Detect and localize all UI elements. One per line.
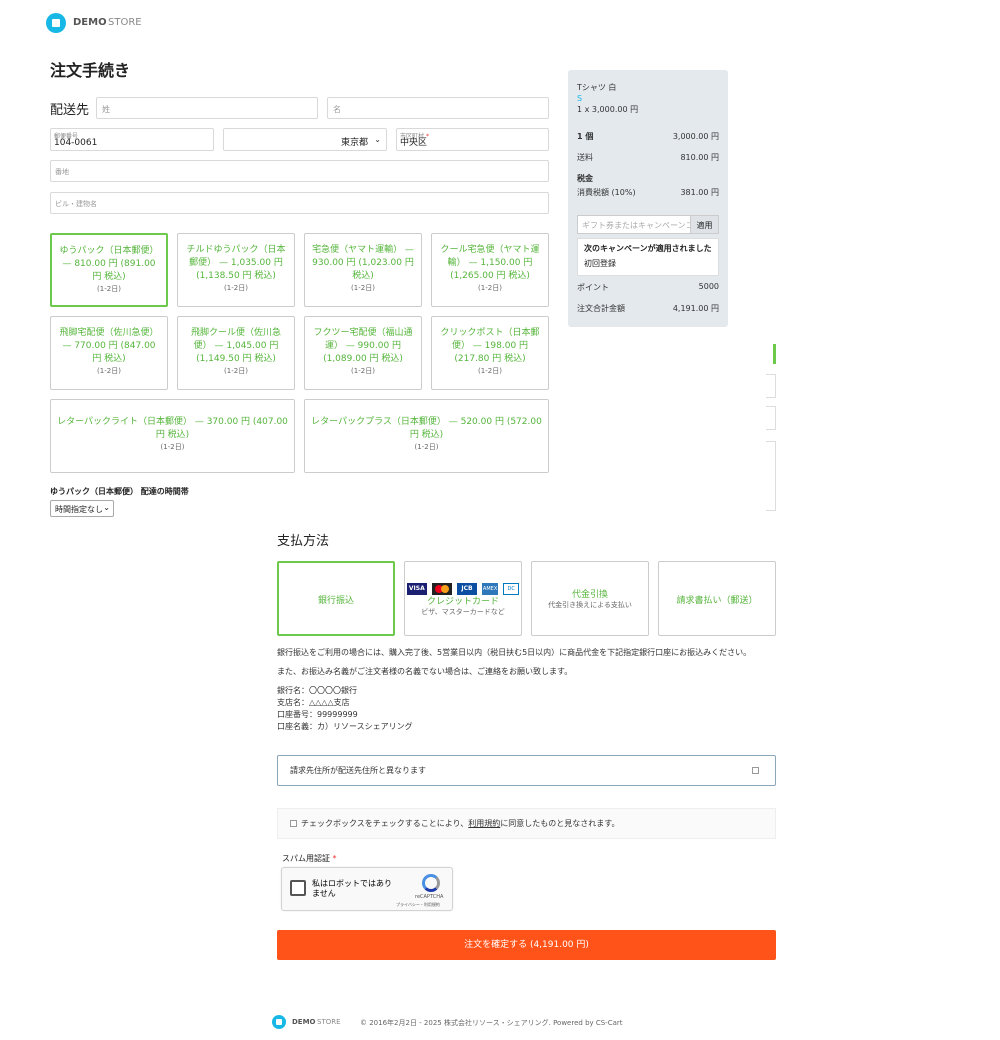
billing-checkbox[interactable] <box>752 767 759 774</box>
shipping-heading: 配送先 <box>50 103 90 118</box>
prefecture-select[interactable]: 東京都 ⌄ <box>223 128 387 151</box>
shipping-option-letterpack-plus[interactable]: レターパックプラス（日本郵便） — 520.00 円 (572.00 円 税込)… <box>304 399 549 473</box>
product-qty-price: 1 x 3,000.00 円 <box>577 105 639 114</box>
recaptcha-checkbox[interactable] <box>290 880 306 896</box>
campaign-box: 次のキャンペーンが適用されました 初回登録 <box>577 238 719 276</box>
last-name-field[interactable]: 姓 <box>96 97 318 119</box>
total-row: 注文合計金額 4,191.00 円 <box>577 304 719 313</box>
product-name[interactable]: Tシャツ 白 <box>577 82 719 93</box>
jcb-icon: JCB <box>457 582 477 595</box>
recaptcha-brand: reCAPTCHA <box>415 894 444 900</box>
prefecture-value: 東京都 <box>340 138 368 148</box>
tax-heading: 税金 <box>577 174 593 183</box>
points-row: ポイント 5000 <box>577 282 719 292</box>
chevron-down-icon: ⌄ <box>374 135 381 144</box>
terms-checkbox[interactable] <box>290 820 297 827</box>
partial-textarea[interactable] <box>766 441 776 511</box>
recaptcha-widget: 私はロボットではありません reCAPTCHA プライバシー・利用規約 <box>281 867 453 911</box>
powered-by-link[interactable]: Powered by CS-Cart <box>553 1019 622 1027</box>
product-variant: S <box>577 94 583 103</box>
partial-field[interactable] <box>766 406 776 430</box>
recaptcha-links[interactable]: プライバシー・利用規約 <box>396 902 440 908</box>
first-name-field[interactable]: 名 <box>327 97 549 119</box>
recaptcha-text: 私はロボットではありません <box>312 879 392 898</box>
shipping-option-chilled-yupack[interactable]: チルドゆうパック（日本郵便） — 1,035.00 円 (1,138.50 円 … <box>177 233 295 307</box>
mastercard-icon <box>431 582 452 595</box>
recaptcha-logo-icon <box>422 874 440 892</box>
terms-link[interactable]: 利用規約 <box>468 819 500 828</box>
terms-box: チェックボックスをチェックすることにより、利用規約に同意したものと見なされます。 <box>277 808 776 839</box>
terms-text-prefix: チェックボックスをチェックすることにより、 <box>301 819 469 828</box>
apply-coupon-button[interactable]: 適用 <box>690 215 719 234</box>
shipping-option-yamato[interactable]: 宅急便（ヤマト運輸） — 930.00 円 (1,023.00 円 税込) (1-… <box>304 233 422 307</box>
diners-icon: DC <box>503 582 520 595</box>
campaign-name: 初回登録 <box>584 259 616 268</box>
card-logos: VISA JCB AMEX DC <box>405 578 521 595</box>
delivery-time-select[interactable]: 時間指定なし ⌄ <box>50 500 114 517</box>
account-holder: 口座名義：カ）リソースシェアリング <box>277 722 413 731</box>
payment-bank-transfer[interactable]: 銀行振込 <box>277 561 395 636</box>
chevron-down-icon: ⌄ <box>103 503 110 512</box>
amex-icon: AMEX <box>482 582 499 595</box>
footer-logo-thin: STORE <box>317 1018 341 1026</box>
account-number: 口座番号：99999999 <box>277 710 358 719</box>
delivery-time-label: ゆうパック（日本郵便） 配達の時間帯 <box>50 487 189 496</box>
payment-cash-on-delivery[interactable]: 代金引換 代金引き換えによる支払い <box>531 561 649 636</box>
city-value: 中央区 <box>400 138 428 148</box>
header-logo[interactable]: DEMO STORE <box>46 13 156 33</box>
logo-text-thin: STORE <box>108 17 142 28</box>
page-title: 注文手続き <box>50 61 131 80</box>
bank-name: 銀行名：〇〇〇〇銀行 <box>277 686 357 695</box>
bank-instruction-1: 銀行振込をご利用の場合には、購入完了後、5営業日以内（税日扶む5日以内）に商品代… <box>277 648 752 657</box>
shipping-option-clickpost[interactable]: クリックポスト（日本郵便） — 198.00 円 (217.80 円 税込) (1… <box>431 316 549 390</box>
branch-name: 支店名：△△△△支店 <box>277 698 350 707</box>
address-field[interactable]: 番地 <box>50 160 549 182</box>
shipping-option-yupack[interactable]: ゆうパック（日本郵便） — 810.00 円 (891.00 円 税込) (1-2… <box>50 233 168 307</box>
building-field[interactable]: ビル・建物名 <box>50 192 549 214</box>
payment-credit-card[interactable]: VISA JCB AMEX DC クレジットカード ビザ、マスターカードなど <box>404 561 522 636</box>
payment-invoice[interactable]: 請求書払い（郵送） <box>658 561 776 636</box>
footer-logo-bold: DEMO <box>292 1018 316 1026</box>
place-order-button[interactable]: 注文を確定する (4,191.00 円) <box>277 930 776 960</box>
shipping-option-fukutsu[interactable]: フクツー宅配便（福山通運） — 990.00 円 (1,089.00 円 税込)… <box>304 316 422 390</box>
shipping-row: 送料 810.00 円 <box>577 153 719 162</box>
tax-row: 消費税額 (10%) 381.00 円 <box>577 188 719 197</box>
shipping-option-sagawa-cool[interactable]: 飛脚クール便（佐川急便） — 1,045.00 円 (1,149.50 円 税込… <box>177 316 295 390</box>
campaign-heading: 次のキャンペーンが適用されました <box>584 244 712 253</box>
shipping-option-yamato-cool[interactable]: クール宅急便（ヤマト運輸） — 1,150.00 円 (1,265.00 円 税… <box>431 233 549 307</box>
cart-logo-icon <box>46 13 66 33</box>
footer-logo[interactable]: DEMO STORE <box>272 1015 352 1030</box>
footer-copyright: © 2016年2月2日 - 2025 株式会社リソース・シェアリング. Powe… <box>360 1019 623 1027</box>
partial-field[interactable] <box>766 374 776 398</box>
captcha-label: スパム用認証 * <box>282 854 337 863</box>
shipping-option-sagawa[interactable]: 飛脚宅配便（佐川急便） — 770.00 円 (847.00 円 税込) (1-2… <box>50 316 168 390</box>
scroll-indicator <box>773 344 776 364</box>
items-row: 1 個 3,000.00 円 <box>577 132 719 141</box>
terms-text-suffix: に同意したものと見なされます。 <box>500 819 620 828</box>
logo-text-bold: DEMO <box>73 17 107 28</box>
order-summary-panel: Tシャツ 白 S 1 x 3,000.00 円 1 個 3,000.00 円 送料… <box>568 70 728 327</box>
billing-address-toggle[interactable]: 請求先住所が配送先住所と異なります <box>277 755 776 786</box>
city-field[interactable]: 市区町村 * 中央区 <box>396 128 549 151</box>
coupon-input[interactable]: ギフト券またはキャンペーンコード <box>577 215 691 234</box>
shipping-option-letterpack-light[interactable]: レターパックライト（日本郵便） — 370.00 円 (407.00 円 税込)… <box>50 399 295 473</box>
payment-heading: 支払方法 <box>277 534 330 549</box>
bank-instruction-2: また、お振込み名義がご注文者様の名義でない場合は、ご連絡をお願い致します。 <box>277 667 573 676</box>
postal-code-value: 104-0061 <box>54 138 98 148</box>
postal-code-field[interactable]: 郵便番号 104-0061 <box>50 128 214 151</box>
cart-logo-icon <box>272 1015 286 1029</box>
visa-icon: VISA <box>406 582 427 595</box>
